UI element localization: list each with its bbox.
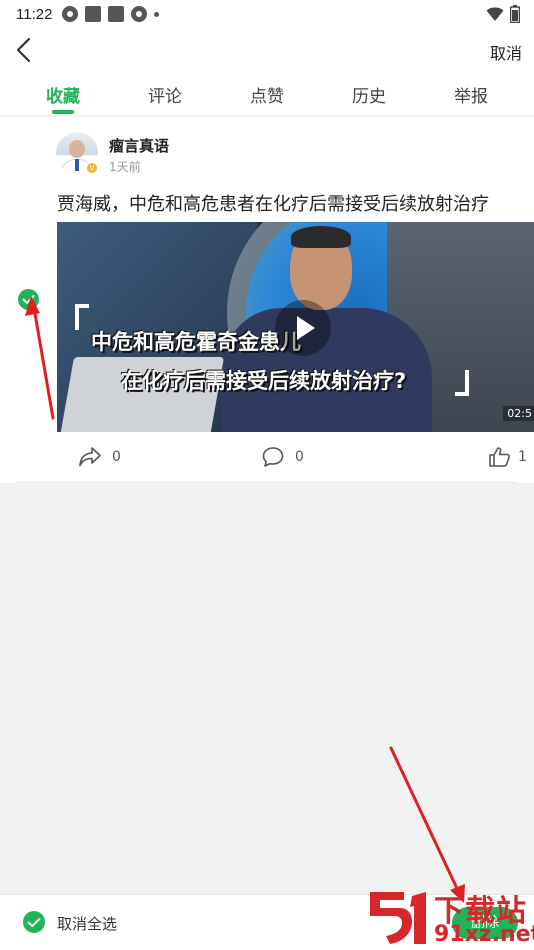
active-tab-indicator (52, 110, 74, 114)
caption-bracket-right (455, 370, 469, 396)
share-icon (79, 447, 101, 467)
top-bar: 取消 (0, 28, 534, 72)
back-button[interactable] (12, 36, 38, 64)
share-button[interactable]: 0 (78, 446, 121, 468)
comment-icon (262, 447, 284, 467)
like-count: 1 (518, 449, 527, 465)
checkmark-icon (22, 295, 35, 304)
card-divider (16, 482, 518, 483)
deselect-all-label[interactable]: 取消全选 (57, 913, 117, 934)
video-thumbnail[interactable]: 中危和高危霍奇金患儿 在化疗后需接受后续放射治疗? 02:5 (57, 222, 534, 432)
video-duration: 02:5 (503, 406, 534, 421)
notification-icons (62, 6, 160, 22)
watermark-url: 91xz.net (434, 922, 534, 947)
square-icon (85, 6, 102, 22)
cancel-button[interactable]: 取消 (490, 40, 522, 64)
tab-comments[interactable]: 评论 (130, 82, 200, 107)
verified-badge-icon: V (86, 162, 98, 174)
video-caption-line1: 中危和高危霍奇金患儿 (91, 330, 301, 354)
dot-icon (154, 11, 160, 17)
chevron-left-icon (16, 37, 31, 63)
tab-bar: 收藏 评论 点赞 历史 举报 (0, 72, 534, 116)
site-watermark: 下载站 91xz.net (364, 886, 534, 950)
site-logo-icon (370, 892, 426, 944)
status-time: 11:22 (16, 5, 53, 23)
tab-favorites[interactable]: 收藏 (28, 82, 98, 107)
play-icon[interactable] (275, 300, 331, 356)
battery-icon (510, 5, 520, 23)
video-caption-line2: 在化疗后需接受后续放射治疗? (121, 369, 407, 393)
post-time: 1天前 (109, 160, 141, 174)
thumbs-up-icon (489, 447, 510, 467)
system-icons (486, 5, 520, 23)
caption-bracket-left (75, 304, 89, 330)
aperture-icon (62, 6, 79, 22)
select-all-checkbox[interactable] (23, 911, 45, 933)
post-title[interactable]: 贾海威，中危和高危患者在化疗后需接受后续放射治疗 (57, 190, 489, 216)
comment-button[interactable]: 0 (261, 446, 304, 468)
square-icon (108, 6, 125, 22)
wifi-icon (486, 7, 504, 21)
tab-likes[interactable]: 点赞 (232, 82, 302, 107)
annotation-arrow-delete (389, 746, 463, 899)
checkmark-icon (27, 918, 41, 927)
item-select-checkbox[interactable] (18, 289, 39, 310)
aperture-icon (131, 6, 148, 22)
tab-reports[interactable]: 举报 (436, 82, 506, 107)
share-count: 0 (112, 449, 121, 465)
tab-history[interactable]: 历史 (334, 82, 404, 107)
status-bar: 11:22 (0, 0, 534, 28)
author-name[interactable]: 瘤言真语 (109, 135, 169, 156)
like-button[interactable]: 1 (488, 446, 527, 468)
comment-count: 0 (295, 449, 304, 465)
